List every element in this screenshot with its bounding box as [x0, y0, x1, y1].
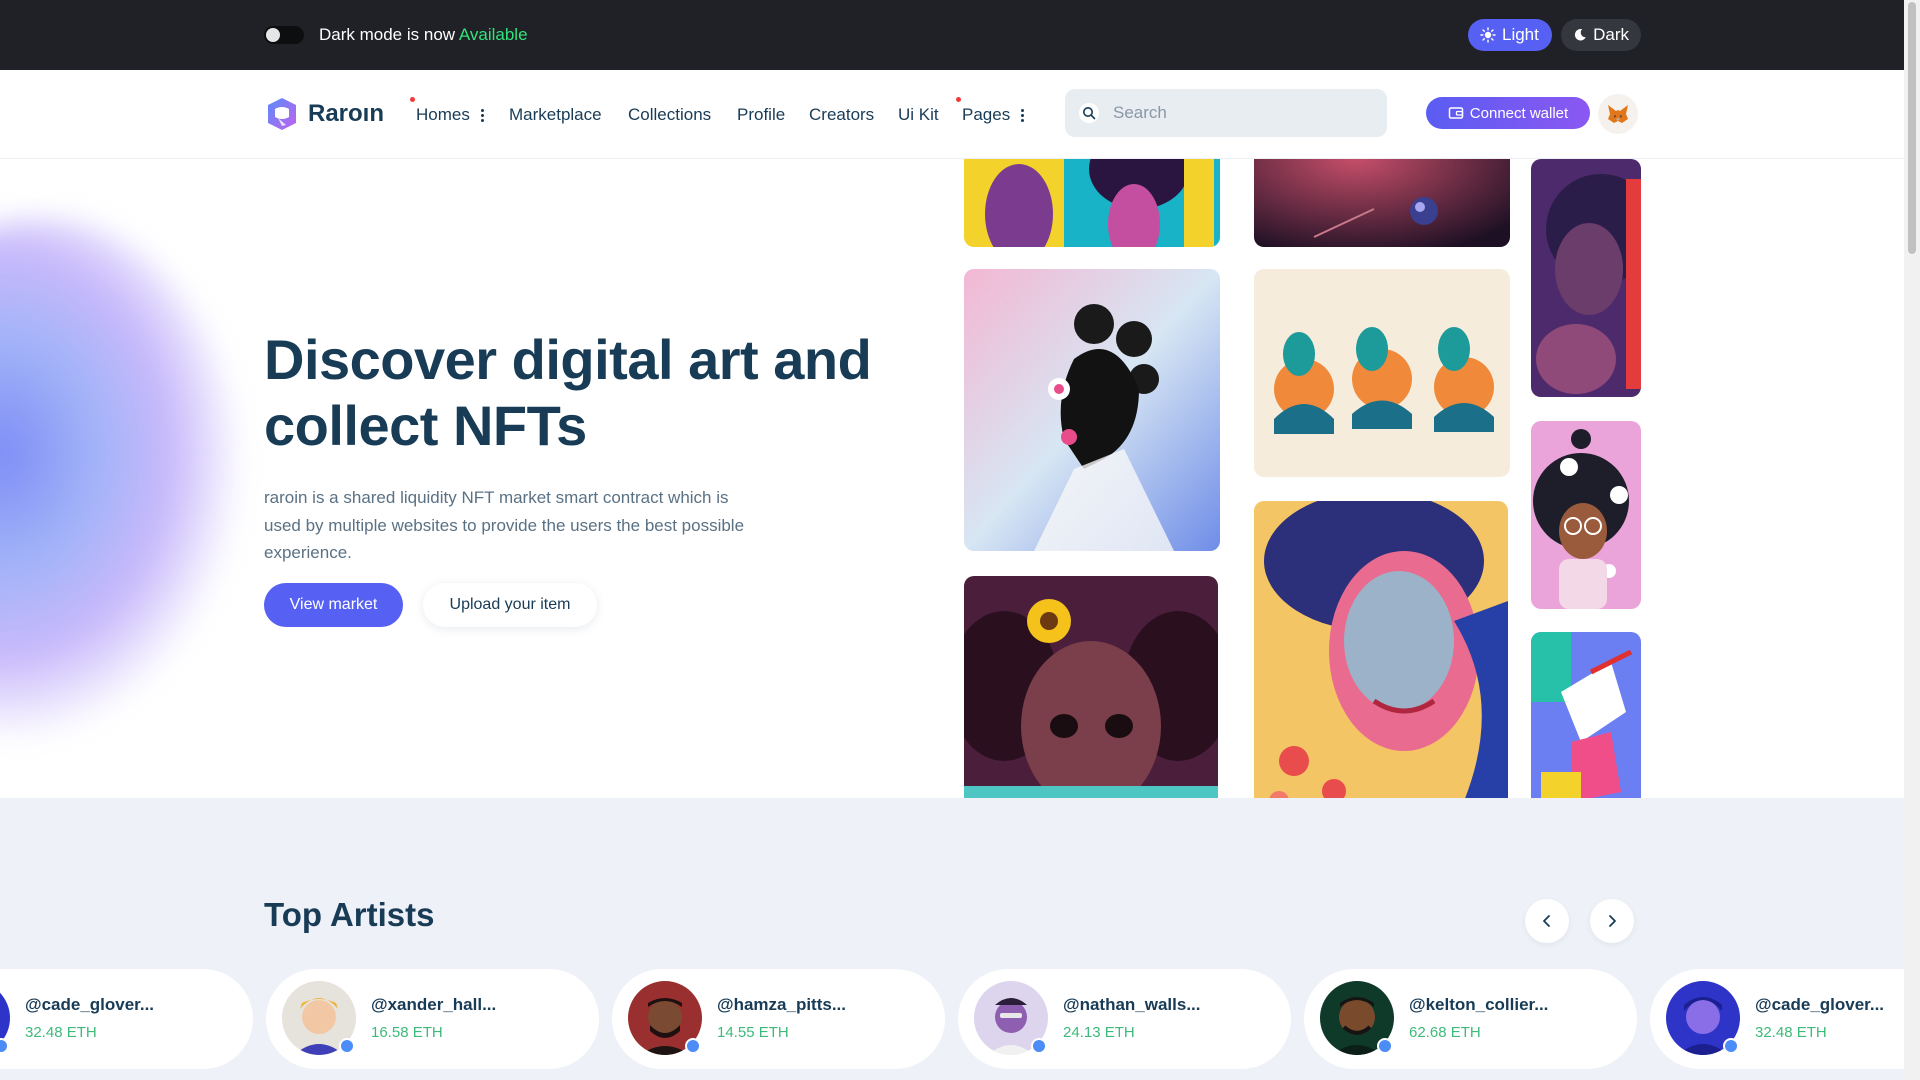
- nav-pages[interactable]: Pages: [956, 97, 1024, 125]
- new-indicator-dot: [956, 97, 961, 102]
- artist-eth-value: 62.68 ETH: [1409, 1024, 1481, 1041]
- connect-wallet-label: Connect wallet: [1469, 104, 1569, 122]
- top-artists-section: Top Artists @cade_glover... 32.48 ETH @x…: [0, 798, 1920, 1080]
- dark-mode-announcement: Dark mode is now Available: [319, 25, 528, 45]
- nav-homes[interactable]: Homes: [410, 97, 484, 125]
- verified-badge-icon: [339, 1038, 355, 1054]
- nav-collections[interactable]: Collections: [628, 105, 711, 125]
- nft-artwork-card[interactable]: [1531, 159, 1641, 397]
- artist-name: @cade_glover...: [1755, 995, 1885, 1014]
- chevron-left-icon: [1543, 915, 1550, 927]
- artist-eth-value: 32.48 ETH: [1755, 1024, 1827, 1041]
- verified-badge-icon: [0, 1038, 9, 1054]
- artist-name: @cade_glover...: [25, 995, 155, 1014]
- nft-artwork-card[interactable]: [1254, 501, 1508, 798]
- scrollbar-thumb[interactable]: [1908, 2, 1916, 254]
- artist-card[interactable]: @xander_hall... 16.58 ETH: [266, 969, 599, 1069]
- dark-mode-button[interactable]: Dark: [1561, 19, 1641, 51]
- page-scrollbar[interactable]: [1904, 0, 1920, 1080]
- verified-badge-icon: [1377, 1038, 1393, 1054]
- search-input[interactable]: [1113, 89, 1373, 137]
- search-bar: [1065, 89, 1387, 137]
- main-navbar: Raroın Homes Marketplace Collections Pro…: [0, 70, 1904, 159]
- dark-mode-available: Available: [458, 25, 528, 44]
- verified-badge-icon: [685, 1038, 701, 1054]
- artist-name: @nathan_walls...: [1063, 995, 1201, 1014]
- wallet-icon: [1448, 107, 1464, 119]
- hero-title-line2: collect NFTs: [264, 394, 587, 457]
- sun-icon: [1480, 27, 1496, 43]
- moon-icon: [1574, 29, 1586, 41]
- nav-homes-label: Homes: [416, 105, 470, 124]
- artist-card[interactable]: @nathan_walls... 24.13 ETH: [958, 969, 1291, 1069]
- chevron-right-icon: [1609, 915, 1616, 927]
- verified-badge-icon: [1031, 1038, 1047, 1054]
- artist-card[interactable]: @cade_glover... 32.48 ETH: [0, 969, 253, 1069]
- top-artists-title: Top Artists: [264, 896, 435, 933]
- carousel-prev-button[interactable]: [1525, 899, 1569, 943]
- nft-artwork-card[interactable]: [964, 576, 1218, 798]
- more-vertical-icon: [1020, 107, 1024, 124]
- nft-artwork-card[interactable]: [1254, 159, 1510, 247]
- top-announcement-bar: Dark mode is now Available Light Dark: [0, 0, 1904, 70]
- upload-item-button[interactable]: Upload your item: [423, 583, 597, 627]
- nav-marketplace[interactable]: Marketplace: [509, 105, 602, 125]
- artist-card[interactable]: @kelton_collier... 62.68 ETH: [1304, 969, 1637, 1069]
- hero-description: raroin is a shared liquidity NFT market …: [264, 488, 745, 562]
- artist-eth-value: 14.55 ETH: [717, 1024, 789, 1041]
- nft-artwork-card[interactable]: [1531, 421, 1641, 609]
- dark-mode-label: Dark: [1593, 25, 1629, 44]
- carousel-next-button[interactable]: [1590, 899, 1634, 943]
- artist-name: @xander_hall...: [371, 995, 497, 1014]
- artist-card[interactable]: @cade_glover... 32.48 ETH: [1650, 969, 1920, 1069]
- toggle-knob: [266, 28, 280, 42]
- hero-gradient-glow: [0, 219, 240, 739]
- hero-title-line1: Discover digital art and: [264, 328, 872, 391]
- logo[interactable]: Raroın: [264, 96, 384, 132]
- light-mode-label: Light: [1502, 25, 1539, 44]
- logo-text: Raroın: [308, 100, 385, 127]
- nav-ui-kit[interactable]: Ui Kit: [898, 105, 939, 125]
- new-indicator-dot: [410, 97, 415, 102]
- nav-profile[interactable]: Profile: [737, 105, 785, 125]
- artist-eth-value: 24.13 ETH: [1063, 1024, 1135, 1041]
- artist-name: @kelton_collier...: [1409, 995, 1549, 1014]
- search-icon[interactable]: [1079, 103, 1099, 123]
- metamask-fox-icon: [1608, 105, 1628, 123]
- connect-wallet-button[interactable]: Connect wallet: [1426, 97, 1590, 129]
- artist-eth-value: 16.58 ETH: [371, 1024, 443, 1041]
- dark-mode-text: Dark mode is now: [319, 25, 456, 44]
- nft-artwork-card[interactable]: [1254, 269, 1510, 477]
- verified-badge-icon: [1723, 1038, 1739, 1054]
- nft-artwork-card[interactable]: [964, 159, 1220, 247]
- hero-section: Discover digital art and collect NFTs ra…: [0, 159, 1904, 798]
- nav-creators[interactable]: Creators: [809, 105, 874, 125]
- light-mode-button[interactable]: Light: [1468, 19, 1552, 51]
- view-market-button[interactable]: View market: [264, 583, 403, 627]
- artist-card[interactable]: @hamza_pitts... 14.55 ETH: [612, 969, 945, 1069]
- hero-title: Discover digital art and collect NFTs: [264, 327, 904, 459]
- artist-name: @hamza_pitts...: [717, 995, 846, 1014]
- artist-eth-value: 32.48 ETH: [25, 1024, 97, 1041]
- more-vertical-icon: [480, 107, 484, 124]
- nft-artwork-card[interactable]: [964, 269, 1220, 551]
- raroin-logo-icon: [268, 98, 296, 130]
- dark-mode-toggle[interactable]: [264, 26, 304, 44]
- nav-pages-label: Pages: [962, 105, 1011, 124]
- metamask-button[interactable]: [1598, 94, 1638, 134]
- nft-artwork-card[interactable]: [1531, 632, 1641, 798]
